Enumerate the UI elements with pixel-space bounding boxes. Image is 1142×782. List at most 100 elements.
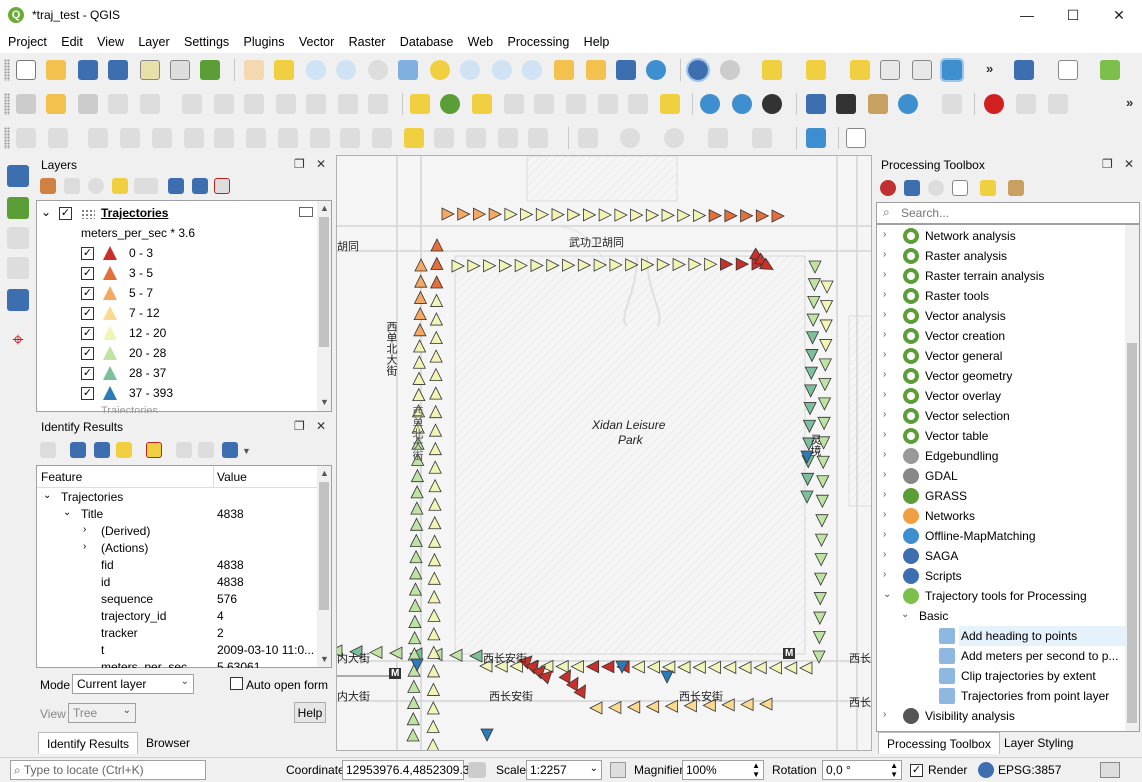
zoom-native-icon[interactable] xyxy=(368,60,388,80)
mode-select[interactable]: Current layer ⌄ xyxy=(72,674,194,694)
float-panel-icon[interactable]: ❐ xyxy=(1102,157,1113,171)
merge-attributes-icon[interactable] xyxy=(340,128,360,148)
expand-all-icon[interactable] xyxy=(168,178,184,194)
add-vector-layer-icon[interactable] xyxy=(7,165,29,187)
render-checkbox[interactable]: ✓ xyxy=(910,764,923,777)
toolbox-item-vector-selection[interactable]: Vector selection xyxy=(925,409,1010,429)
menu-edit[interactable]: Edit xyxy=(61,31,83,49)
toolbox-item-vector-analysis[interactable]: Vector analysis xyxy=(925,309,1006,329)
layers-scrollbar[interactable]: ▲ ▼ xyxy=(317,201,331,411)
new-project-icon[interactable] xyxy=(16,60,36,80)
crs-label[interactable]: EPSG:3857 xyxy=(998,763,1061,777)
deselect-all-icon[interactable] xyxy=(850,60,870,80)
menu-layer[interactable]: Layer xyxy=(138,31,169,49)
highlight-pinned-labels-icon[interactable] xyxy=(472,94,492,114)
easy-custom-labeling-icon[interactable] xyxy=(660,94,680,114)
identify-features-icon[interactable] xyxy=(686,58,710,82)
in-place-edit-icon[interactable] xyxy=(980,180,996,196)
add-circle-icon[interactable] xyxy=(620,128,640,148)
identify-scrollbar[interactable]: ▲ ▼ xyxy=(317,466,331,667)
zoom-to-layer-icon[interactable] xyxy=(460,60,480,80)
toolbox-item-offline-mapmatching[interactable]: Offline-MapMatching xyxy=(925,529,1036,549)
toolbar-overflow-icon[interactable]: » xyxy=(1126,95,1133,110)
histogram-icon[interactable] xyxy=(846,128,866,148)
zoom-to-selection-icon[interactable] xyxy=(430,60,450,80)
osm-download-icon[interactable] xyxy=(762,94,782,114)
view-select[interactable]: Tree ⌄ xyxy=(68,703,136,723)
temporal-controller-icon[interactable] xyxy=(616,60,636,80)
python-console-icon[interactable] xyxy=(806,94,826,114)
new-print-layout-icon[interactable] xyxy=(140,60,160,80)
expand-arrow-icon[interactable]: › xyxy=(883,409,886,429)
magnifier-field[interactable]: 100% ▲ ▼ xyxy=(682,760,764,780)
topology-icon[interactable] xyxy=(1016,94,1036,114)
toolbox-item-visibility-analysis[interactable]: Visibility analysis xyxy=(925,709,1015,729)
toolbar-handle-icon[interactable] xyxy=(4,59,10,81)
maximize-button[interactable]: ☐ xyxy=(1050,0,1096,31)
cut-features-icon[interactable] xyxy=(244,94,264,114)
clear-results-icon[interactable] xyxy=(146,442,162,458)
zoom-full-icon[interactable] xyxy=(398,60,418,80)
toolbox-item-scripts[interactable]: Scripts xyxy=(925,569,962,589)
locator-field[interactable]: ⌕ Type to locate (Ctrl+K) xyxy=(10,760,206,780)
toolbox-item-trajectory-tools-for-processing[interactable]: Trajectory tools for Processing xyxy=(925,589,1087,609)
toolbox-item-network-analysis[interactable]: Network analysis xyxy=(925,229,1016,249)
float-panel-icon[interactable]: ❐ xyxy=(294,419,305,433)
toggle-editing-icon[interactable] xyxy=(46,94,66,114)
filter-expression-icon[interactable] xyxy=(134,178,158,194)
label-toolbar-icon[interactable] xyxy=(410,94,430,114)
zoom-in-icon[interactable] xyxy=(306,60,326,80)
measure-tool-icon[interactable] xyxy=(868,94,888,114)
vertex-tool-icon[interactable] xyxy=(140,94,160,114)
current-edits-icon[interactable] xyxy=(16,94,36,114)
close-panel-icon[interactable]: ✕ xyxy=(316,419,326,433)
expand-arrow-icon[interactable]: › xyxy=(883,269,886,289)
rotate-point-symbols-icon[interactable] xyxy=(372,128,392,148)
expand-arrow-icon[interactable]: ⌄ xyxy=(883,589,891,609)
close-panel-icon[interactable]: ✕ xyxy=(1124,157,1134,171)
add-rectangle-icon[interactable] xyxy=(708,128,728,148)
toolbox-item-vector-overlay[interactable]: Vector overlay xyxy=(925,389,1001,409)
expand-all-icon[interactable] xyxy=(70,442,86,458)
show-hide-labels-icon[interactable] xyxy=(534,94,554,114)
add-regular-polygon-icon[interactable] xyxy=(752,128,772,148)
remove-layer-icon[interactable] xyxy=(214,178,230,194)
zoom-last-icon[interactable] xyxy=(492,60,512,80)
menu-raster[interactable]: Raster xyxy=(349,31,386,49)
minimize-button[interactable]: — xyxy=(1004,0,1050,31)
expand-arrow-icon[interactable]: › xyxy=(883,389,886,409)
zoom-out-icon[interactable] xyxy=(336,60,356,80)
ipython-icon[interactable] xyxy=(836,94,856,114)
collapse-all-icon[interactable] xyxy=(94,442,110,458)
expand-arrow-icon[interactable]: › xyxy=(883,249,886,269)
processing-toolbox-icon[interactable] xyxy=(940,58,964,82)
collapse-all-icon[interactable] xyxy=(192,178,208,194)
menu-plugins[interactable]: Plugins xyxy=(244,31,285,49)
manage-visibility-icon[interactable] xyxy=(88,178,104,194)
profile-tool-icon[interactable] xyxy=(1058,60,1078,80)
class-checkbox[interactable]: ✓ xyxy=(81,267,94,280)
toolbox-item-raster-analysis[interactable]: Raster analysis xyxy=(925,249,1007,269)
tab-identify-results[interactable]: Identify Results xyxy=(38,732,139,754)
toolbox-item-edgebundling[interactable]: Edgebundling xyxy=(925,449,998,469)
toolbox-item-basic[interactable]: Basic xyxy=(919,609,948,629)
open-project-icon[interactable] xyxy=(46,60,66,80)
expand-arrow-icon[interactable]: › xyxy=(883,449,886,469)
options-wrench-icon[interactable] xyxy=(1008,180,1024,196)
class-checkbox[interactable]: ✓ xyxy=(81,387,94,400)
menu-database[interactable]: Database xyxy=(400,31,454,49)
copy-features-icon[interactable] xyxy=(276,94,296,114)
save-edits-icon[interactable] xyxy=(78,94,98,114)
expand-arrow-icon[interactable]: › xyxy=(883,429,886,449)
refresh-icon[interactable] xyxy=(646,60,666,80)
toolbox-item-vector-table[interactable]: Vector table xyxy=(925,429,988,449)
add-virtual-layer-icon[interactable] xyxy=(7,289,29,311)
class-checkbox[interactable]: ✓ xyxy=(81,247,94,260)
statistical-summary-icon[interactable] xyxy=(912,60,932,80)
help-button[interactable]: Help xyxy=(294,702,326,723)
toolbar-handle-icon[interactable] xyxy=(4,127,10,149)
layer-visibility-checkbox[interactable]: ✓ xyxy=(59,207,72,220)
crs-globe-icon[interactable] xyxy=(978,762,994,778)
processing-search-field[interactable]: ⌕ xyxy=(876,202,1140,224)
style-manager-icon[interactable] xyxy=(200,60,220,80)
